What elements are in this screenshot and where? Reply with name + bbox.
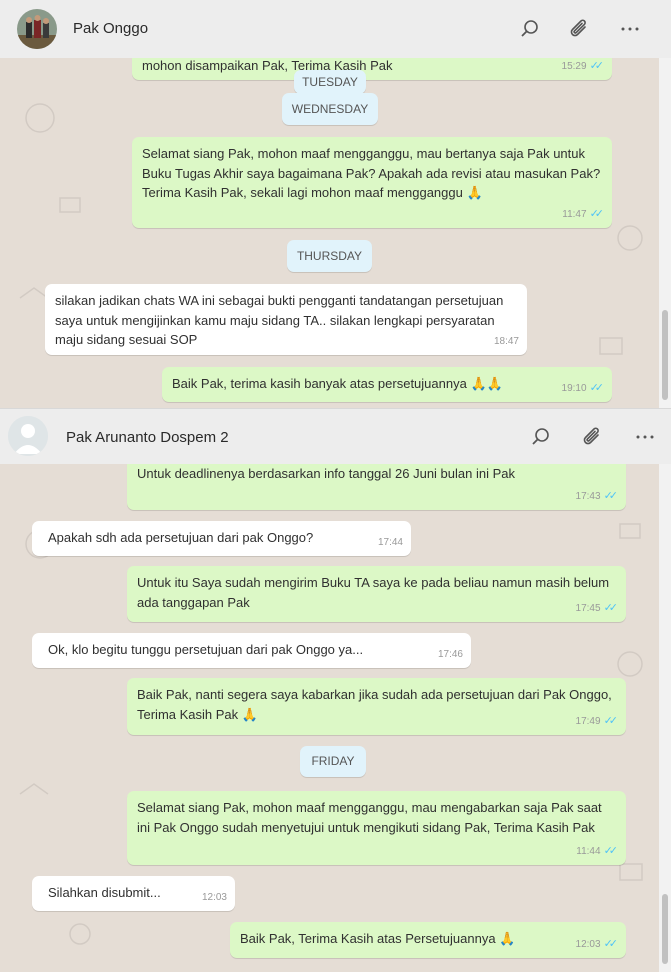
message-text: silakan jadikan chats WA ini sebagai buk… [55,293,504,347]
message-time: 11:47 [562,208,587,220]
chat-pane-arunanto: Pak Arunanto Dospem 2 Untuk deadlinenya … [0,408,671,972]
day-separator: THURSDAY [287,240,372,272]
message-time: 17:45 [575,602,601,614]
search-icon[interactable] [528,424,554,450]
message-text: Selamat siang Pak, mohon maaf mengganggu… [137,800,602,835]
double-check-icon: ✓✓ [589,381,605,394]
double-check-icon: ✓✓ [603,489,619,502]
message-time: 12:03 [575,938,601,950]
scrollbar-thumb[interactable] [662,310,668,400]
day-separator: WEDNESDAY [282,93,378,125]
avatar[interactable] [17,9,57,49]
double-check-icon: ✓✓ [589,59,605,72]
message-text: Baik Pak, Terima Kasih atas Persetujuann… [240,931,516,946]
message-time: 11:44 [576,845,601,857]
message-outgoing[interactable]: Baik Pak, terima kasih banyak atas perse… [162,367,612,402]
scrollbar-thumb[interactable] [662,894,668,964]
double-check-icon: ✓✓ [603,937,619,950]
message-time: 17:43 [575,490,601,502]
double-check-icon: ✓✓ [589,207,605,220]
message-incoming[interactable]: silakan jadikan chats WA ini sebagai buk… [45,284,527,355]
message-text: Silahkan disubmit... [48,885,161,900]
message-incoming[interactable]: Ok, klo begitu tunggu persetujuan dari p… [32,633,471,668]
message-outgoing[interactable]: mohon disampaikan Pak, Terima Kasih Pak … [132,58,612,80]
double-check-icon: ✓✓ [603,601,619,614]
paperclip-icon[interactable] [567,16,593,42]
day-separator: TUESDAY [294,70,366,94]
message-list[interactable]: Untuk deadlinenya berdasarkan info tangg… [0,464,659,972]
avatar[interactable] [8,416,48,456]
message-time: 17:44 [377,536,403,548]
paperclip-icon[interactable] [580,424,606,450]
message-time: 17:49 [575,715,601,727]
contact-name[interactable]: Pak Arunanto Dospem 2 [66,429,229,446]
double-check-icon: ✓✓ [603,714,619,727]
message-text: Untuk deadlinenya berdasarkan info tangg… [137,466,515,481]
message-outgoing[interactable]: Selamat siang Pak, mohon maaf mengganggu… [132,137,612,228]
message-text: Selamat siang Pak, mohon maaf mengganggu… [142,146,601,200]
message-text: Ok, klo begitu tunggu persetujuan dari p… [48,642,364,657]
message-time: 17:46 [437,648,463,660]
message-time: 18:47 [493,335,519,347]
chat-header: Pak Onggo [0,0,671,58]
message-list[interactable]: mohon disampaikan Pak, Terima Kasih Pak … [0,58,659,408]
search-icon[interactable] [517,16,543,42]
message-outgoing[interactable]: Baik Pak, nanti segera saya kabarkan jik… [127,678,626,735]
message-time: 15:29 [561,60,587,72]
contact-name[interactable]: Pak Onggo [73,20,148,37]
message-time: 19:10 [561,382,587,394]
scrollbar[interactable] [659,58,671,408]
message-text: Untuk itu Saya sudah mengirim Buku TA sa… [137,575,610,610]
message-incoming[interactable]: Apakah sdh ada persetujuan dari pak Ongg… [32,521,411,556]
message-outgoing[interactable]: Selamat siang Pak, mohon maaf mengganggu… [127,791,626,865]
message-outgoing[interactable]: Baik Pak, Terima Kasih atas Persetujuann… [230,922,626,958]
chat-pane-onggo: Pak Onggo mohon disampaikan Pak, Terima … [0,0,671,408]
message-incoming[interactable]: Silahkan disubmit... 12:03 [32,876,235,911]
message-outgoing[interactable]: Untuk deadlinenya berdasarkan info tangg… [127,464,626,510]
more-horizontal-icon[interactable] [617,16,643,42]
message-text: Apakah sdh ada persetujuan dari pak Ongg… [48,530,314,545]
message-time: 12:03 [201,891,227,903]
message-outgoing[interactable]: Untuk itu Saya sudah mengirim Buku TA sa… [127,566,626,622]
chat-header: Pak Arunanto Dospem 2 [0,408,671,464]
double-check-icon: ✓✓ [603,844,619,857]
day-separator: FRIDAY [300,746,366,777]
message-text: Baik Pak, terima kasih banyak atas perse… [172,376,503,391]
scrollbar[interactable] [659,464,671,972]
more-horizontal-icon[interactable] [632,424,658,450]
message-text: Baik Pak, nanti segera saya kabarkan jik… [137,687,612,722]
